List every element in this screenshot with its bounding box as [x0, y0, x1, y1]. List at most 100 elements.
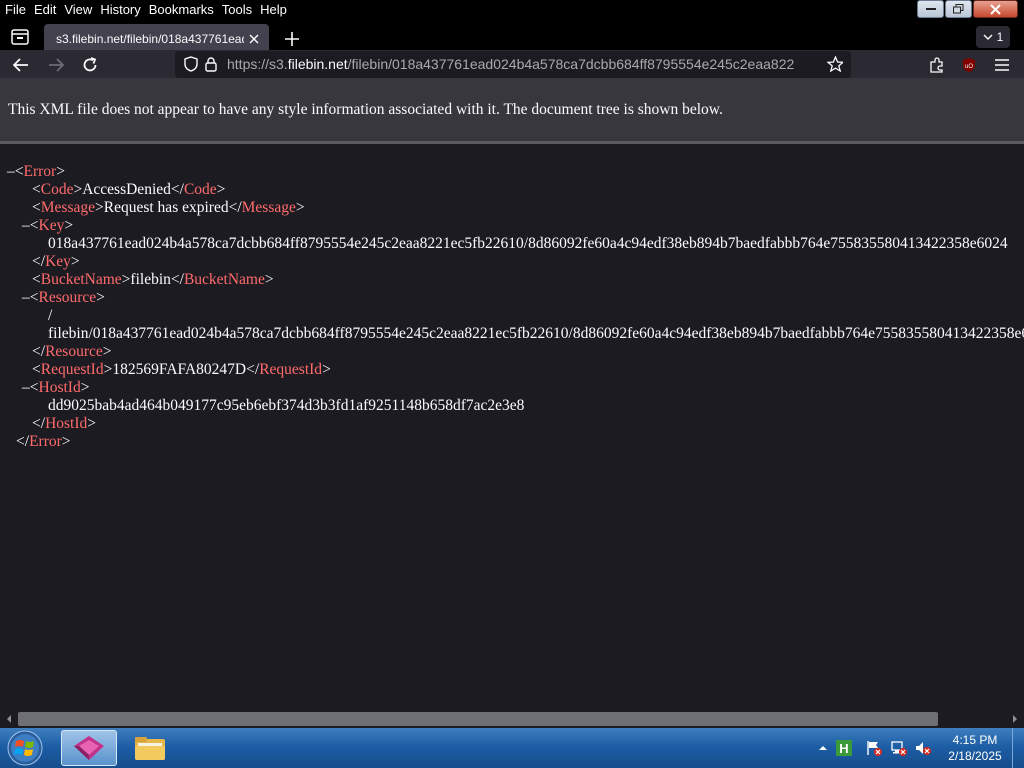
url-prefix: https://s3. [227, 56, 288, 72]
menu-tools[interactable]: Tools [218, 0, 256, 20]
firefox-view-icon [11, 29, 29, 45]
h-app-icon: H [836, 740, 852, 756]
xml-key-close: </Key> [32, 253, 80, 270]
xml-error-open: –<Error> [7, 163, 65, 180]
shield-icon [184, 56, 198, 72]
xml-resource-slash: / [48, 307, 53, 324]
svg-text:H: H [839, 741, 848, 756]
reload-icon [83, 57, 97, 72]
reload-button[interactable] [79, 54, 101, 76]
chevron-up-icon [819, 746, 827, 750]
xml-bucket-value: filebin [130, 271, 171, 288]
url-domain: filebin.net [287, 56, 348, 72]
xml-key-value: 018a437761ead024b4a578ca7dcbb684ff879555… [48, 235, 1008, 252]
hamburger-menu-icon [995, 59, 1009, 71]
chevron-down-icon [983, 34, 993, 40]
ublock-icon: uO [963, 58, 975, 72]
plus-icon [285, 32, 299, 46]
chevron-left-icon [7, 715, 11, 723]
restore-button[interactable] [945, 0, 972, 18]
forward-arrow-icon [49, 58, 64, 72]
browser-app-icon [74, 736, 104, 760]
network-icon[interactable] [891, 740, 907, 756]
firefox-view-button[interactable] [6, 25, 34, 49]
show-hidden-icons-button[interactable] [815, 740, 831, 756]
system-clock[interactable]: 4:15 PM 2/18/2025 [940, 732, 1010, 764]
xml-resource-open: –<Resource> [22, 289, 105, 306]
show-desktop-button[interactable] [1012, 728, 1024, 768]
xml-tag-name: Code [183, 181, 217, 198]
windows-start-icon [7, 730, 43, 766]
folder-icon [135, 737, 165, 760]
start-button[interactable] [3, 729, 47, 767]
back-arrow-icon [13, 58, 28, 72]
minimize-icon [925, 8, 936, 10]
tab-close-button[interactable] [247, 32, 261, 46]
forward-button[interactable] [45, 54, 67, 76]
xml-tag-name: Message [40, 199, 95, 216]
xml-resource-value: filebin/018a437761ead024b4a578ca7dcbb684… [48, 325, 1024, 342]
xml-message-value: Request has expired [103, 199, 229, 216]
xml-tag-name: RequestId [40, 361, 104, 378]
xml-message-line: <Message>Request has expired</Message> [32, 199, 305, 216]
xml-code-line: <Code>AccessDenied</Code> [32, 181, 226, 198]
star-icon [827, 56, 843, 72]
scroll-right-button[interactable] [1010, 713, 1020, 725]
menu-history[interactable]: History [96, 0, 144, 20]
extensions-button[interactable] [926, 54, 948, 76]
close-button[interactable] [973, 0, 1018, 18]
tab-title: s3.filebin.net/filebin/018a437761ead [56, 32, 244, 46]
clock-date: 2/18/2025 [948, 749, 1002, 763]
close-icon [990, 3, 1001, 15]
xml-tag-name: RequestId [259, 361, 323, 378]
list-all-tabs-button[interactable]: 1 [976, 26, 1010, 48]
menu-help[interactable]: Help [256, 0, 291, 20]
tray-app-h[interactable]: H [836, 740, 852, 756]
horizontal-scrollbar[interactable] [0, 711, 1024, 728]
taskbar: H 4:15 PM 2/18/2025 [0, 728, 1024, 768]
volume-icon[interactable] [915, 740, 931, 756]
fold-toggle[interactable]: – [7, 163, 15, 180]
ublock-origin-button[interactable]: uO [958, 54, 980, 76]
navigation-bar: https://s3.filebin.net/filebin/018a43776… [0, 50, 1024, 78]
tab-count: 1 [996, 30, 1004, 44]
new-tab-button[interactable] [282, 29, 302, 49]
xml-tag-name: Code [40, 181, 74, 198]
xml-tag-name: Key [38, 217, 65, 234]
chevron-right-icon [1013, 715, 1017, 723]
xml-code-value: AccessDenied [82, 181, 171, 198]
fold-toggle[interactable]: – [22, 289, 30, 306]
taskbar-app-browser[interactable] [61, 730, 117, 766]
menu-view[interactable]: View [60, 0, 96, 20]
bookmark-star-button[interactable] [827, 56, 843, 72]
fold-toggle[interactable]: – [22, 379, 30, 396]
xml-tag-name: Error [29, 433, 62, 450]
xml-info-banner: This XML file does not appear to have an… [0, 78, 1024, 144]
action-center-icon[interactable] [866, 740, 882, 756]
menu-bookmarks[interactable]: Bookmarks [145, 0, 218, 20]
minimize-button[interactable] [917, 0, 944, 18]
site-info-icon[interactable] [203, 56, 219, 72]
url-text[interactable]: https://s3.filebin.net/filebin/018a43776… [227, 51, 795, 78]
menu-file[interactable]: File [0, 0, 30, 20]
flag-icon [867, 741, 882, 756]
xml-tag-name: Message [241, 199, 296, 216]
clock-time: 4:15 PM [952, 733, 998, 747]
tab-bar: s3.filebin.net/filebin/018a437761ead 1 [0, 20, 1024, 54]
url-bar[interactable]: https://s3.filebin.net/filebin/018a43776… [175, 51, 851, 78]
taskbar-app-explorer[interactable] [122, 730, 178, 766]
back-button[interactable] [10, 54, 32, 76]
xml-hostid-open: –<HostId> [22, 379, 90, 396]
restore-icon [953, 4, 964, 14]
menu-edit[interactable]: Edit [30, 0, 60, 20]
fold-toggle[interactable]: – [22, 217, 30, 234]
close-icon [249, 34, 259, 44]
app-menu-button[interactable] [991, 54, 1013, 76]
xml-hostid-close: </HostId> [32, 415, 97, 432]
xml-error-close: </Error> [16, 433, 71, 450]
tracking-protection-icon[interactable] [183, 56, 199, 72]
xml-key-open: –<Key> [22, 217, 74, 234]
scroll-left-button[interactable] [4, 713, 14, 725]
xml-tag-name: HostId [38, 379, 81, 396]
scrollbar-thumb[interactable] [18, 712, 938, 726]
